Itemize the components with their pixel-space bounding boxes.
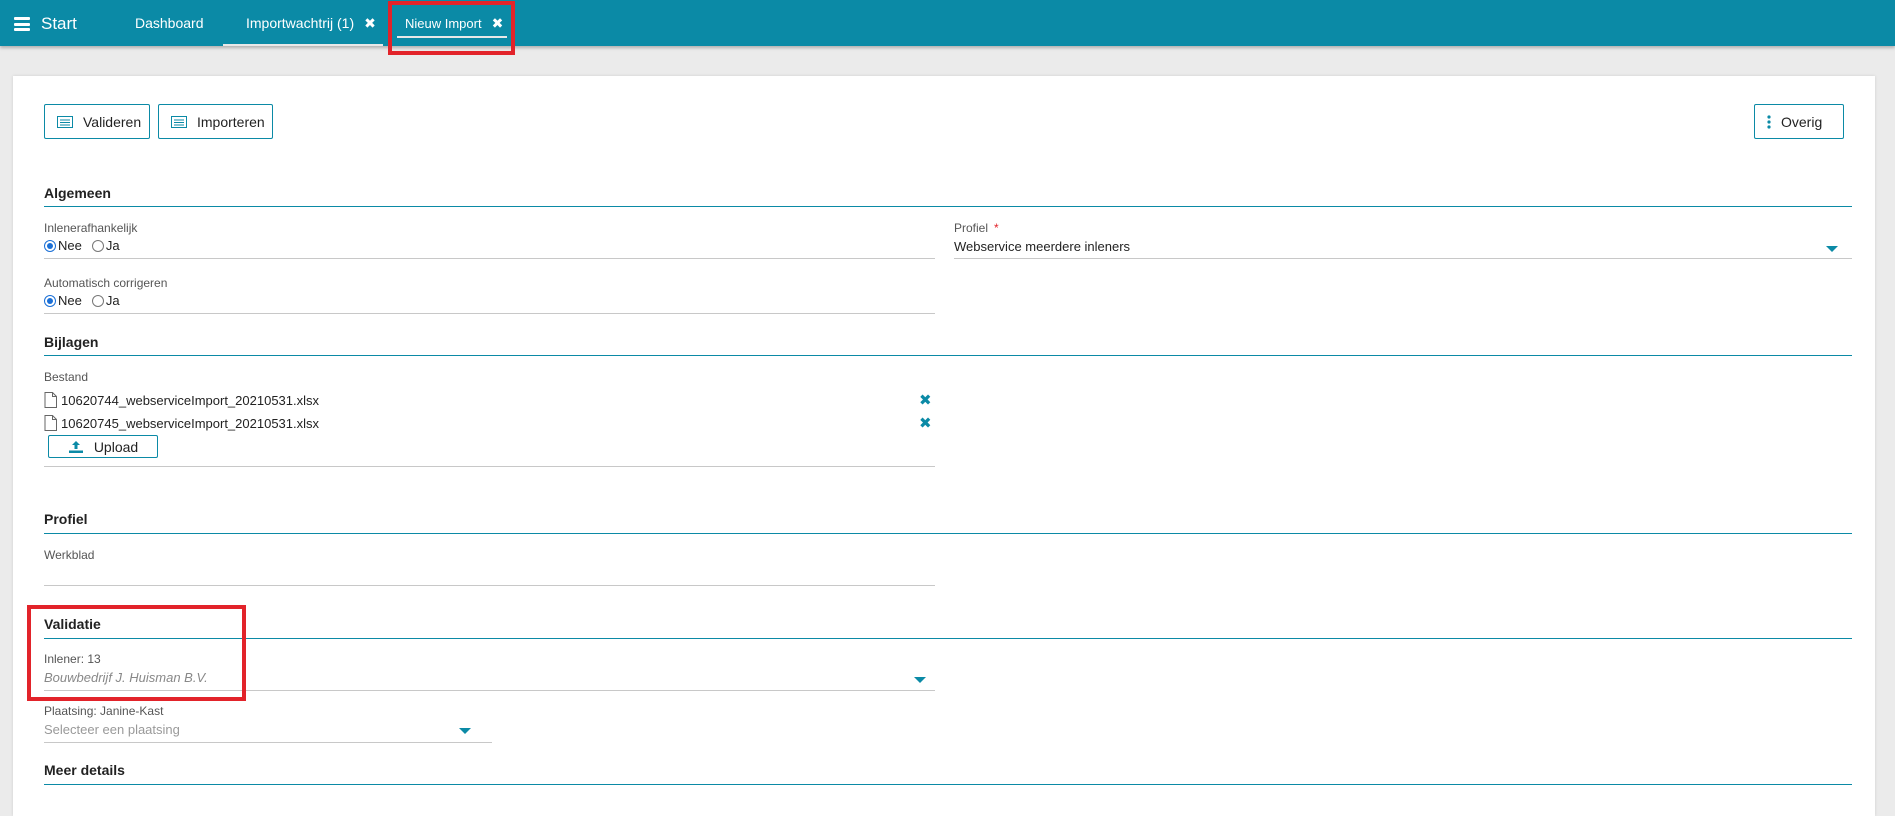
radio-ja[interactable] [91,294,104,307]
radio-nee-label: Nee [58,238,82,253]
chevron-down-icon[interactable] [1826,246,1838,252]
required-marker: * [994,221,999,235]
profiel-select-value[interactable]: Webservice meerdere inleners [954,239,1130,254]
highlight-box-validatie [27,605,246,701]
profiel-label: Profiel * [954,221,999,235]
list-item[interactable]: 10620745_webserviceImport_20210531.xlsx [44,415,319,431]
validate-button[interactable]: Valideren [44,104,150,139]
tab-importwachtrij[interactable]: Importwachtrij (1) ✖ [246,0,376,46]
radio-nee[interactable] [44,294,56,307]
tab-dashboard-label: Dashboard [135,15,204,31]
inlener-afhankelijk-label: Inlenerafhankelijk [44,221,138,235]
field-underline [44,258,935,259]
radio-nee[interactable] [44,239,56,252]
section-divider [44,638,1852,639]
automatisch-corrigeren-label: Automatisch corrigeren [44,276,168,290]
tab-underline [223,44,383,46]
chevron-down-icon[interactable] [459,728,471,734]
field-underline [954,258,1852,259]
upload-icon [68,440,84,454]
section-divider [44,533,1852,534]
radio-ja[interactable] [91,239,104,252]
tab-dashboard[interactable]: Dashboard [135,0,204,46]
main-panel: Valideren Importeren Overig Algemeen Inl… [13,76,1875,816]
more-button-label: Overig [1781,113,1823,130]
start-label: Start [41,14,77,33]
section-title-meer-details[interactable]: Meer details [44,762,125,778]
import-button[interactable]: Importeren [158,104,273,139]
file-icon [44,392,57,408]
remove-file-icon[interactable]: ✖ [919,391,932,409]
plaatsing-select[interactable]: Selecteer een plaatsing [44,722,180,737]
radio-nee-label: Nee [58,293,82,308]
list-item[interactable]: 10620744_webserviceImport_20210531.xlsx [44,392,319,408]
field-underline [44,313,935,314]
radio-ja-label: Ja [105,293,120,308]
hamburger-menu-icon [14,17,30,31]
more-vertical-icon [1767,114,1771,129]
tab-importwachtrij-label: Importwachtrij (1) [246,15,355,31]
radio-ja-label: Ja [105,238,120,253]
profiel-label-text: Profiel [954,221,989,235]
import-button-label: Importeren [197,113,265,130]
section-divider [44,355,1852,356]
inlener-afhankelijk-radio-group: Nee Ja [44,238,130,253]
start-menu-button[interactable]: Start [14,12,77,36]
remove-file-icon[interactable]: ✖ [919,414,932,432]
bestand-label: Bestand [44,370,89,384]
section-title-algemeen: Algemeen [44,185,111,201]
section-divider [44,206,1852,207]
chevron-down-icon[interactable] [914,677,926,683]
section-title-bijlagen: Bijlagen [44,334,99,350]
automatisch-corrigeren-radio-group: Nee Ja [44,293,130,308]
upload-button[interactable]: Upload [48,435,158,458]
file-icon [44,415,57,431]
more-button[interactable]: Overig [1754,104,1844,139]
field-underline [44,466,935,467]
list-icon [57,115,73,128]
field-underline [44,742,492,743]
top-navigation-bar: Start Dashboard Importwachtrij (1) ✖ Nie… [0,0,1895,46]
plaatsing-label: Plaatsing: Janine-Kast [44,704,164,718]
list-icon [171,115,187,128]
werkblad-field[interactable] [44,585,935,586]
close-icon[interactable]: ✖ [364,15,376,32]
section-divider [44,784,1852,785]
upload-button-label: Upload [93,438,139,455]
werkblad-label: Werkblad [44,548,95,562]
section-title-profiel: Profiel [44,511,88,527]
file-name: 10620744_webserviceImport_20210531.xlsx [61,392,320,408]
validate-button-label: Valideren [83,113,142,130]
file-name: 10620745_webserviceImport_20210531.xlsx [61,415,320,431]
highlight-box-tab [388,1,515,55]
